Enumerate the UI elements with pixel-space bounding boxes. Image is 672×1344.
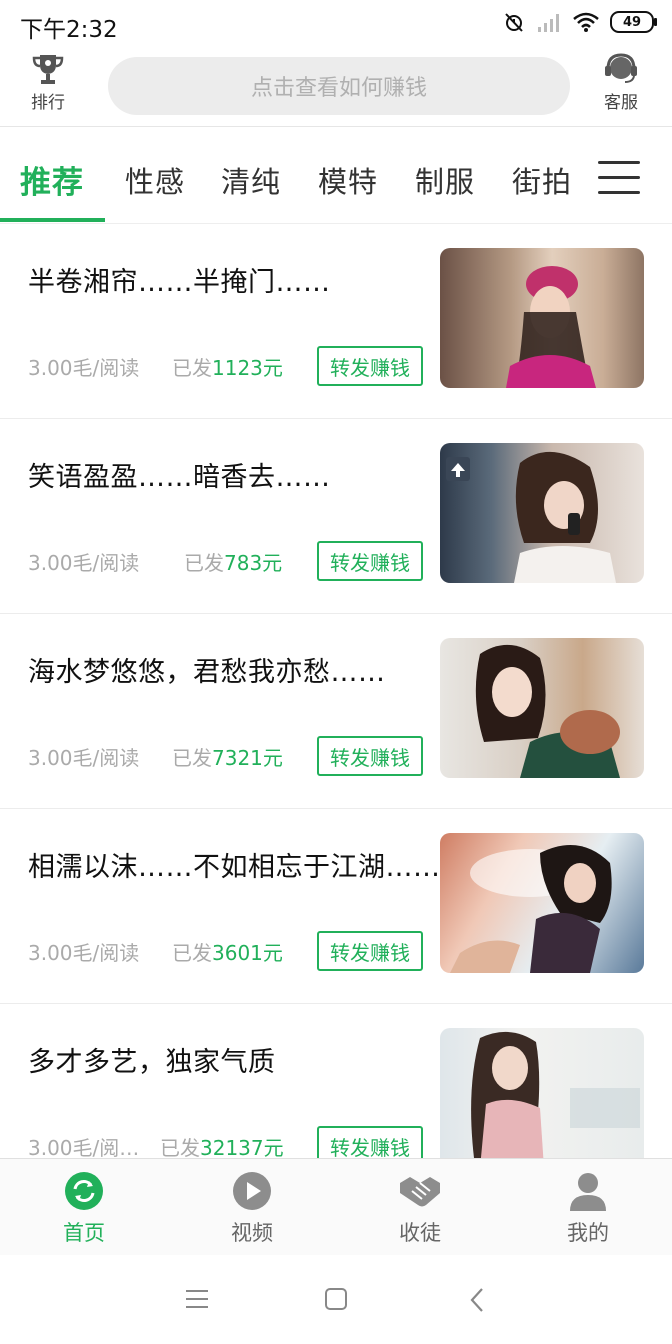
article-sent: 已发783元 <box>184 547 282 576</box>
sent-amount: 1123元 <box>212 356 283 380</box>
category-tabs: 推荐 性感 清纯 模特 制服 街拍 <box>0 127 672 224</box>
article-list: 半卷湘帘……半掩门…… 3.00毛/阅读 已发1123元 转发赚钱 笑语盈盈……… <box>0 224 672 1158</box>
share-earn-button[interactable]: 转发赚钱 <box>317 541 423 581</box>
nav-mine[interactable]: 我的 <box>543 1171 633 1247</box>
list-item[interactable]: 笑语盈盈……暗香去…… 3.00毛/阅读 已发783元 转发赚钱 <box>0 419 672 614</box>
tab-recommend[interactable]: 推荐 <box>20 157 84 202</box>
sent-amount: 32137元 <box>200 1136 284 1158</box>
customer-service-button[interactable]: 客服 <box>591 52 651 118</box>
status-time: 下午2:32 <box>20 17 118 43</box>
article-price: 3.00毛/阅读 <box>28 941 140 965</box>
service-label: 客服 <box>604 93 638 113</box>
article-title: 多才多艺，独家气质 <box>28 1047 276 1078</box>
sent-prefix: 已发 <box>172 746 212 770</box>
tab-pure[interactable]: 清纯 <box>221 159 281 201</box>
user-icon <box>570 1173 606 1211</box>
article-title: 海水梦悠悠，君愁我亦愁…… <box>28 657 386 688</box>
list-item[interactable]: 半卷湘帘……半掩门…… 3.00毛/阅读 已发1123元 转发赚钱 <box>0 224 672 419</box>
battery-level: 49 <box>622 14 642 30</box>
article-price: 3.00毛/阅读 <box>28 356 140 380</box>
headset-icon <box>605 53 637 83</box>
rank-label: 排行 <box>31 93 65 113</box>
tab-uniform[interactable]: 制服 <box>415 159 475 201</box>
sent-amount: 3601元 <box>212 941 283 965</box>
bottom-nav: 首页 视频 收徒 我的 <box>0 1158 672 1256</box>
share-earn-button[interactable]: 转发赚钱 <box>317 736 423 776</box>
tab-sexy[interactable]: 性感 <box>125 159 185 201</box>
sent-prefix: 已发 <box>172 941 212 965</box>
article-thumbnail[interactable] <box>440 248 644 388</box>
sent-prefix: 已发 <box>172 356 212 380</box>
home-icon[interactable] <box>324 1287 348 1311</box>
search-bar[interactable]: 点击查看如何赚钱 <box>108 57 570 115</box>
tab-model[interactable]: 模特 <box>318 159 378 201</box>
sent-prefix: 已发 <box>184 551 224 575</box>
article-title: 笑语盈盈……暗香去…… <box>28 462 331 493</box>
back-icon[interactable] <box>468 1287 486 1313</box>
nav-video[interactable]: 视频 <box>207 1171 297 1247</box>
article-sent: 已发1123元 <box>172 352 283 381</box>
list-item[interactable]: 相濡以沫……不如相忘于江湖…… 3.00毛/阅读 已发3601元 转发赚钱 <box>0 809 672 1004</box>
alarm-off-icon <box>505 13 523 32</box>
article-price: 3.00毛/阅读 <box>28 746 140 770</box>
article-thumbnail[interactable] <box>440 1028 644 1158</box>
share-earn-button[interactable]: 转发赚钱 <box>317 931 423 971</box>
list-item[interactable]: 多才多艺，独家气质 3.00毛/阅… 已发32137元 转发赚钱 <box>0 1004 672 1158</box>
play-icon <box>233 1172 271 1210</box>
tab-street[interactable]: 街拍 <box>512 159 572 201</box>
article-price: 3.00毛/阅读 <box>28 551 140 575</box>
sent-prefix: 已发 <box>160 1136 200 1158</box>
nav-home-label: 首页 <box>63 1221 105 1245</box>
article-title: 半卷湘帘……半掩门…… <box>28 267 331 298</box>
list-item[interactable]: 海水梦悠悠，君愁我亦愁…… 3.00毛/阅读 已发7321元 转发赚钱 <box>0 614 672 809</box>
nav-home[interactable]: 首页 <box>39 1171 129 1247</box>
signal-icon <box>538 14 559 32</box>
article-sent: 已发7321元 <box>172 742 283 771</box>
article-price: 3.00毛/阅… <box>28 1136 140 1158</box>
recent-apps-icon[interactable] <box>186 1288 208 1310</box>
sent-amount: 783元 <box>224 551 283 575</box>
home-refresh-icon <box>65 1172 103 1210</box>
article-title: 相濡以沫……不如相忘于江湖…… <box>28 852 441 883</box>
rank-button[interactable]: 排行 <box>18 52 78 118</box>
sent-amount: 7321元 <box>212 746 283 770</box>
nav-apprentice[interactable]: 收徒 <box>375 1171 465 1247</box>
battery-indicator: 49 <box>610 11 657 33</box>
menu-icon[interactable] <box>598 161 640 195</box>
status-icons: 49 <box>502 10 657 34</box>
article-thumbnail[interactable] <box>440 833 644 973</box>
search-placeholder: 点击查看如何赚钱 <box>250 76 427 101</box>
status-bar: 下午2:32 49 <box>0 0 672 48</box>
top-bar: 排行 点击查看如何赚钱 客服 <box>0 48 672 127</box>
trophy-icon <box>32 55 64 84</box>
article-thumbnail[interactable] <box>440 638 644 778</box>
article-thumbnail[interactable] <box>440 443 644 583</box>
article-sent: 已发32137元 <box>160 1132 284 1158</box>
handshake-icon <box>400 1177 440 1207</box>
wifi-icon <box>573 12 599 32</box>
share-earn-button[interactable]: 转发赚钱 <box>317 1126 423 1158</box>
nav-apprentice-label: 收徒 <box>399 1221 441 1245</box>
nav-video-label: 视频 <box>231 1221 273 1245</box>
active-tab-indicator <box>0 218 105 222</box>
article-sent: 已发3601元 <box>172 937 283 966</box>
system-nav-bar <box>0 1255 672 1344</box>
nav-mine-label: 我的 <box>567 1221 609 1245</box>
share-earn-button[interactable]: 转发赚钱 <box>317 346 423 386</box>
